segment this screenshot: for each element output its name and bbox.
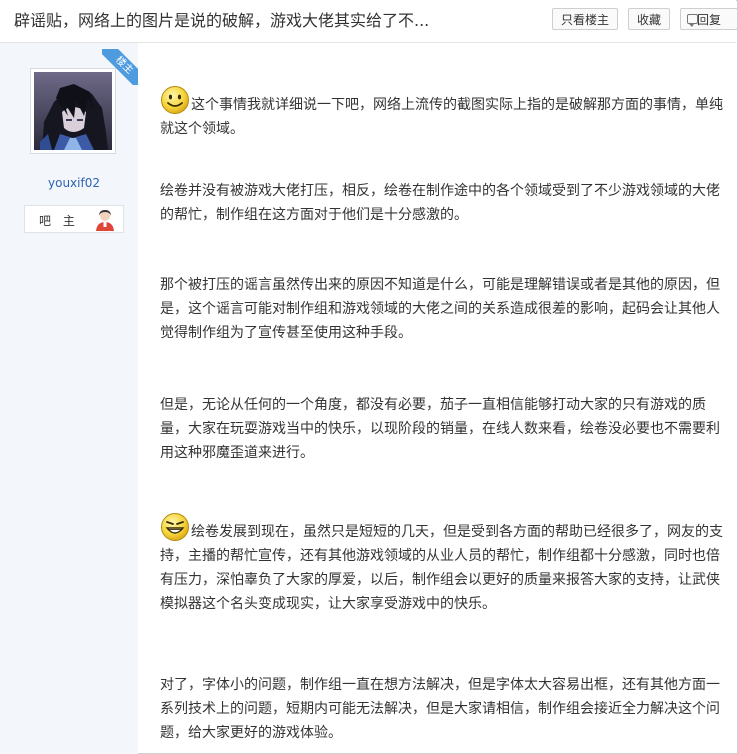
grin-emoticon-icon <box>161 513 189 541</box>
comment-icon <box>687 14 698 27</box>
role-label: 吧 主 <box>39 214 79 228</box>
post-paragraph: 这个事情我就详细说一下吧，网络上流传的截图实际上指的是破解那方面的事情，单纯就这… <box>160 85 726 141</box>
op-badge-label: 楼主 <box>102 49 138 85</box>
paragraph-text: 绘卷发展到现在，虽然只是短短的几天，但是受到各方面的帮助已经很多了，网友的支持，… <box>160 524 723 612</box>
post-paragraph: 对了，字体小的问题，制作组一直在想方法解决，但是字体太大容易出框，还有其他方面一… <box>160 677 720 741</box>
post-header: 辟谣贴，网络上的图片是说的破解，游戏大佬其实给了不... 只看楼主 收藏 回复 <box>0 0 738 43</box>
post-paragraph: 绘卷发展到现在，虽然只是短短的几天，但是受到各方面的帮助已经很多了，网友的支持，… <box>160 512 726 616</box>
favorite-button[interactable]: 收藏 <box>628 8 670 30</box>
post-paragraph: 那个被打压的谣言虽然传出来的原因不知道是什么，可能是理解错误或者是其他的原因，但… <box>160 277 720 341</box>
only-op-button[interactable]: 只看楼主 <box>552 8 618 30</box>
reply-button[interactable]: 回复 <box>680 8 738 30</box>
avatar <box>34 72 112 150</box>
username-link[interactable]: youxif02 <box>0 176 148 190</box>
paragraph-text: 这个事情我就详细说一下吧，网络上流传的截图实际上指的是破解那方面的事情，单纯就这… <box>160 97 723 137</box>
role-badge: 吧 主 <box>24 205 124 233</box>
op-badge: 楼主 <box>102 49 138 85</box>
reply-button-label: 回复 <box>697 13 722 27</box>
post-paragraph: 但是，无论从任何的一个角度，都没有必要，茄子一直相信能够打动大家的只有游戏的质量… <box>160 397 720 461</box>
smiley-emoticon-icon <box>161 86 189 114</box>
post-paragraph: 绘卷并没有被游戏大佬打压，相反，绘卷在制作途中的各个领域受到了不少游戏领域的大佬… <box>160 183 720 223</box>
user-avatar-icon <box>96 210 114 231</box>
author-sidebar: 楼主 youxif02 吧 主 <box>0 43 138 754</box>
post-title: 辟谣贴，网络上的图片是说的破解，游戏大佬其实给了不... <box>14 11 430 30</box>
